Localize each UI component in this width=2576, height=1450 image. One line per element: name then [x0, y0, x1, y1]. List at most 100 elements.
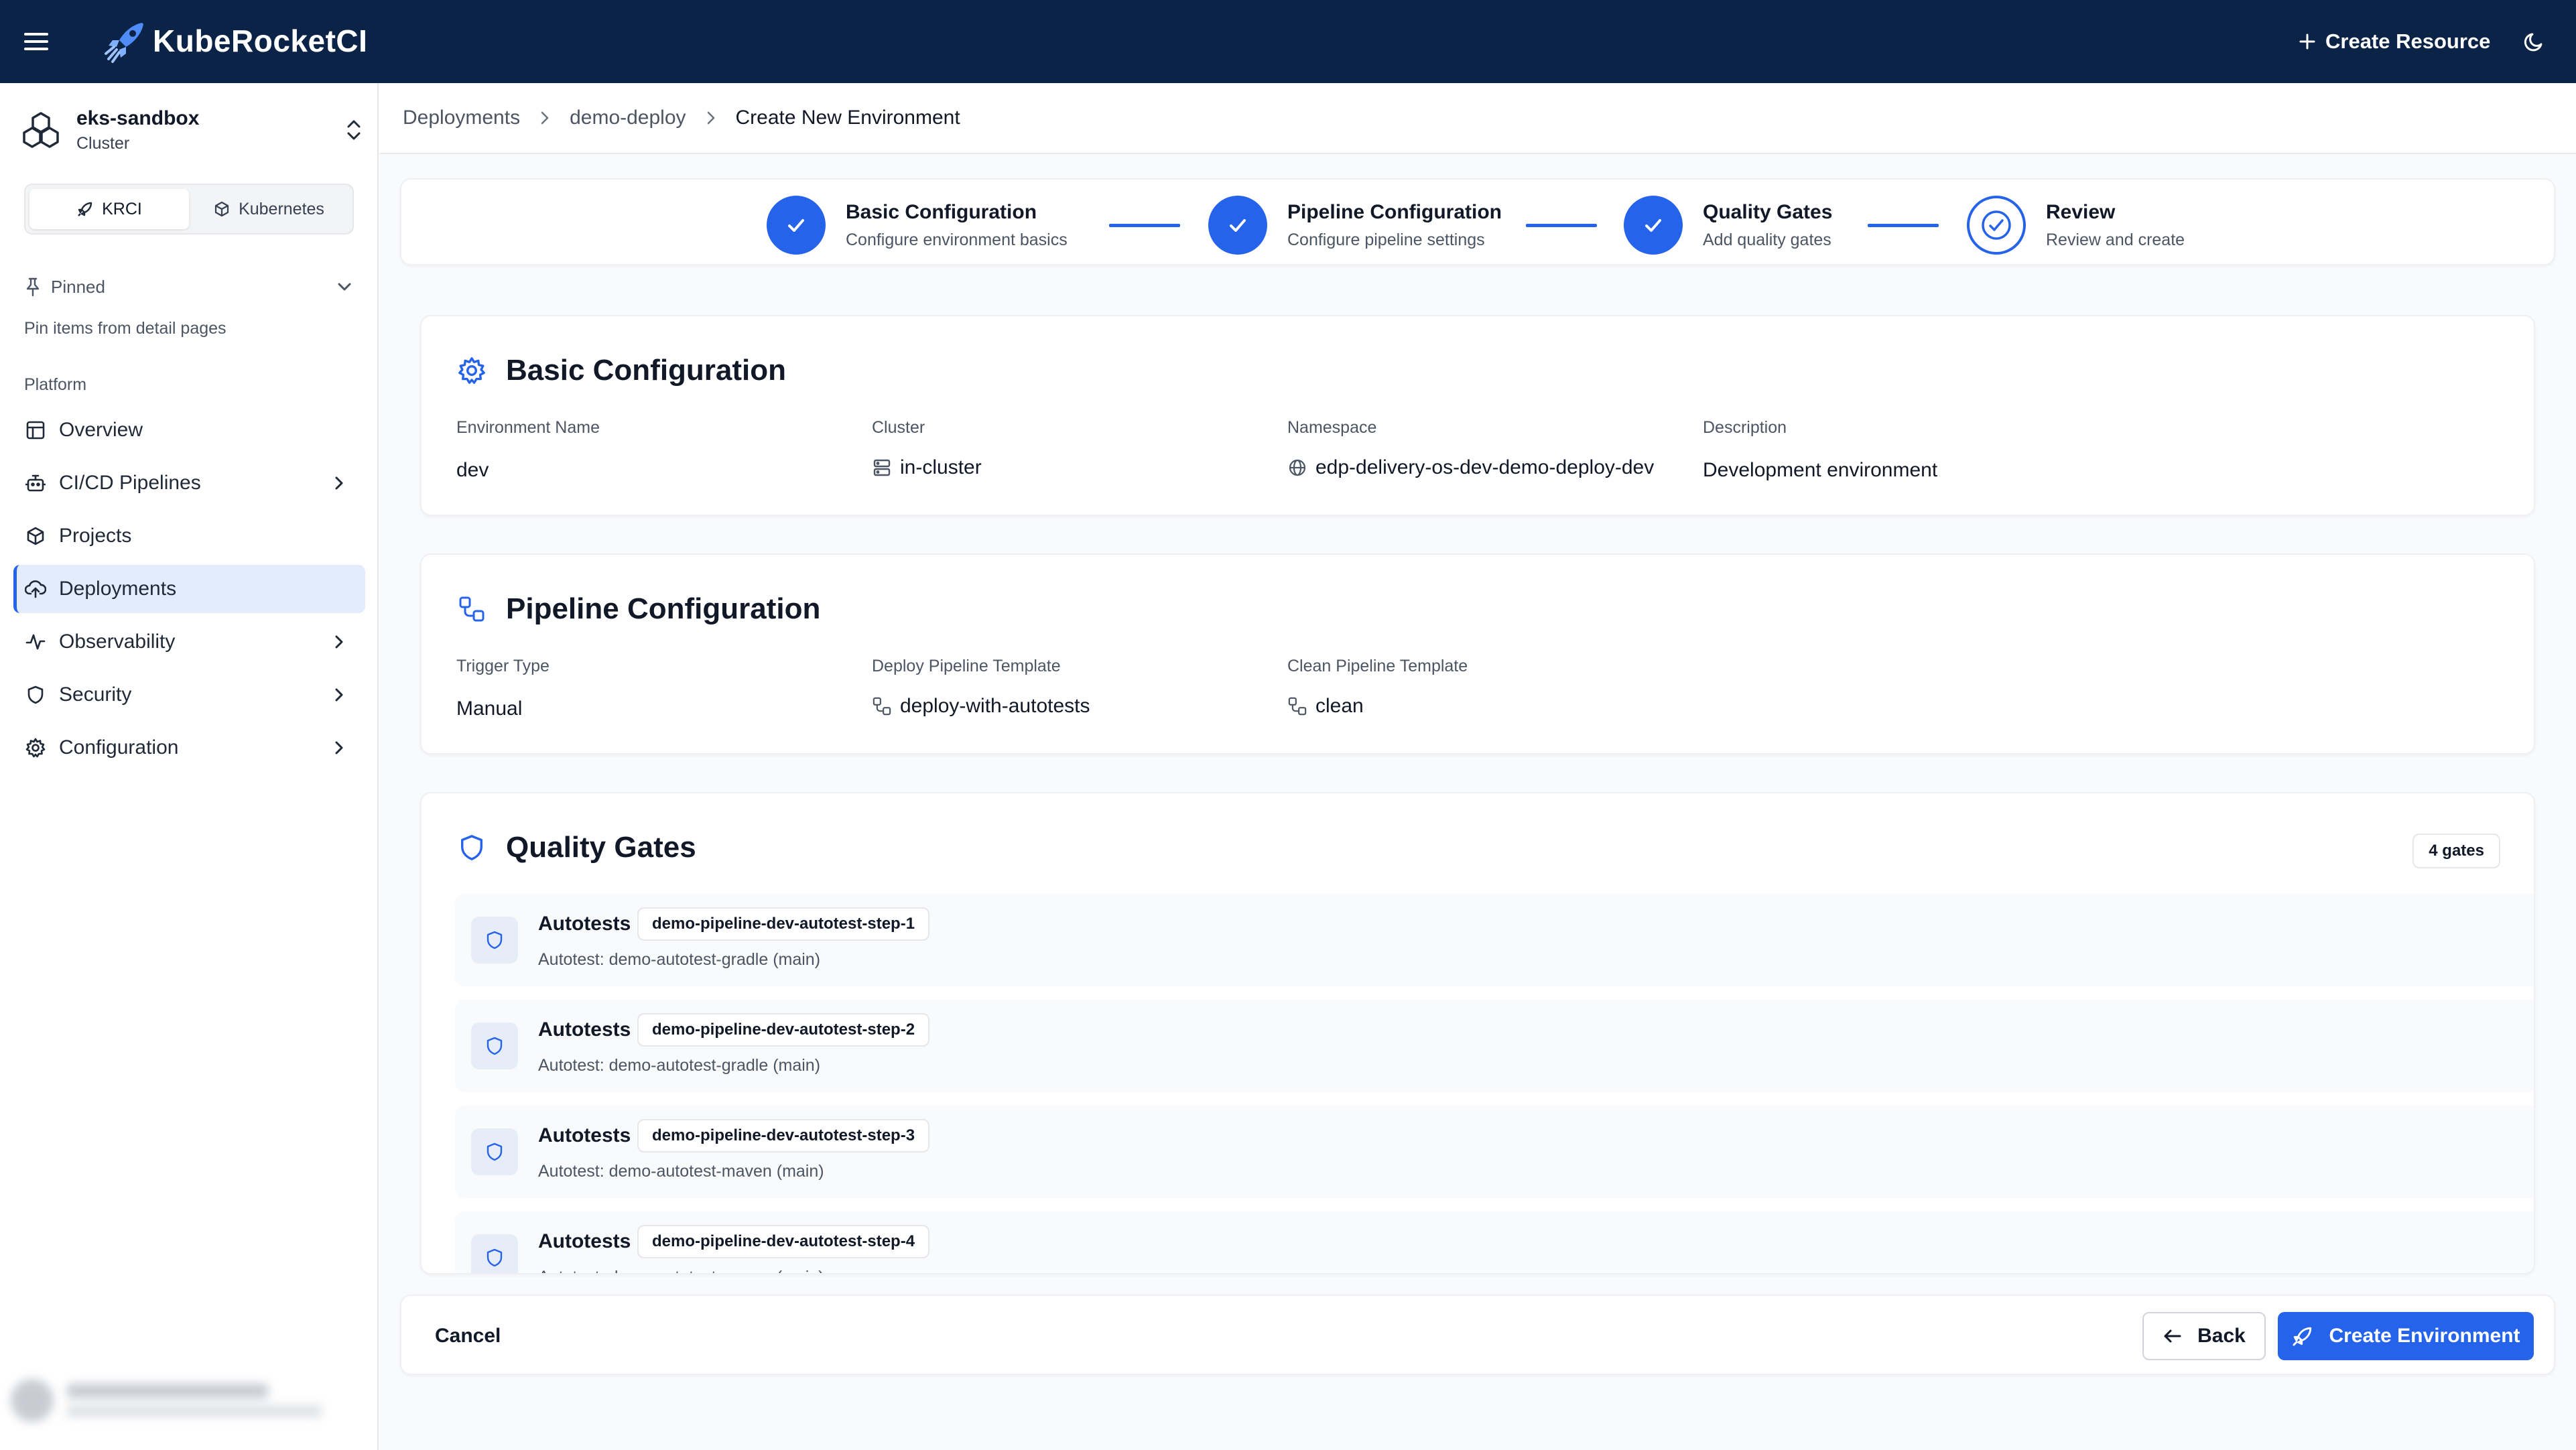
gates-count-badge: 4 gates: [2412, 834, 2500, 868]
rocket-icon: [2293, 1327, 2312, 1346]
breadcrumb-current: Create New Environment: [735, 107, 960, 129]
breadcrumb-demo-deploy[interactable]: demo-deploy: [570, 107, 686, 129]
cube-icon: [214, 201, 229, 217]
step-description: Add quality gates: [1703, 230, 1831, 249]
pin-icon: [26, 277, 40, 297]
create-resource-button[interactable]: Create Resource: [2299, 25, 2490, 58]
section-title: Basic Configuration: [506, 354, 787, 387]
step-connector: [1868, 224, 1939, 227]
sidebar-item-label: Observability: [59, 631, 176, 653]
field-label: Namespace: [1287, 418, 1377, 437]
step-title: Pipeline Configuration: [1287, 200, 1502, 223]
gate-description: Autotest: demo-autotest-maven (main): [538, 1268, 824, 1273]
pinned-label: Pinned: [51, 276, 105, 297]
mode-tab-krci[interactable]: KRCI: [29, 189, 189, 229]
rocket-logo-icon: [102, 20, 149, 63]
field-value: deploy-with-autotests: [900, 695, 1090, 717]
sidebar-item-projects[interactable]: Projects: [13, 512, 365, 560]
field-trigger-type: Trigger Type Manual: [456, 657, 550, 720]
brand-name: KubeRocketCI: [153, 23, 368, 58]
sidebar-item-observability[interactable]: Observability: [13, 618, 365, 666]
step-connector: [1526, 224, 1597, 227]
section-title: Quality Gates: [506, 831, 696, 864]
gate-step-badge: demo-pipeline-dev-autotest-step-2: [637, 1013, 930, 1047]
sidebar-item-cicd-pipelines[interactable]: CI/CD Pipelines: [13, 459, 365, 507]
hamburger-menu-icon[interactable]: [20, 25, 52, 58]
field-label: Trigger Type: [456, 657, 550, 675]
cancel-button[interactable]: Cancel: [422, 1316, 514, 1356]
workflow-icon: [873, 697, 891, 716]
step-pipeline-configuration[interactable]: Pipeline Configuration Configure pipelin…: [1208, 196, 1502, 255]
cluster-icon: [19, 108, 63, 152]
gate-step-badge: demo-pipeline-dev-autotest-step-3: [637, 1119, 930, 1152]
step-basic-configuration[interactable]: Basic Configuration Configure environmen…: [767, 196, 1068, 255]
create-environment-label: Create Environment: [2329, 1325, 2520, 1347]
step-description: Review and create: [2046, 230, 2185, 249]
workflow-icon: [1288, 697, 1307, 716]
step-title: Quality Gates: [1703, 200, 1833, 223]
moon-icon[interactable]: [2520, 27, 2549, 56]
step-description: Configure environment basics: [846, 230, 1068, 249]
create-environment-button[interactable]: Create Environment: [2278, 1312, 2534, 1360]
mode-tab-kubernetes[interactable]: Kubernetes: [189, 189, 348, 229]
step-title: Basic Configuration: [846, 200, 1037, 223]
globe-icon: [1289, 459, 1306, 476]
cluster-switcher[interactable]: eks-sandbox Cluster: [13, 103, 369, 157]
chevron-right-icon: [705, 109, 717, 127]
back-label: Back: [2197, 1325, 2246, 1347]
sidebar-item-configuration[interactable]: Configuration: [13, 724, 365, 772]
check-icon: [1624, 196, 1683, 255]
sidebar-item-label: Security: [59, 683, 132, 706]
sidebar-item-security[interactable]: Security: [13, 671, 365, 719]
step-quality-gates[interactable]: Quality Gates Add quality gates: [1624, 196, 1832, 255]
server-icon: [873, 459, 891, 476]
mode-tab-label: Kubernetes: [239, 199, 324, 218]
step-review[interactable]: Review Review and create: [1967, 196, 2185, 255]
nav-section-label: Platform: [24, 375, 87, 394]
step-title: Review: [2046, 200, 2116, 223]
field-label: Deploy Pipeline Template: [872, 657, 1061, 675]
step-description: Configure pipeline settings: [1287, 230, 1485, 249]
avatar: [11, 1379, 54, 1422]
field-value: edp-delivery-os-dev-demo-deploy-dev: [1315, 456, 1655, 478]
arrow-left-icon: [2164, 1329, 2181, 1343]
layout-icon: [24, 419, 47, 442]
shield-icon: [471, 1128, 518, 1175]
wizard-stepper: Basic Configuration Configure environmen…: [400, 178, 2555, 265]
plus-icon: [2299, 34, 2315, 50]
main-content: Deployments demo-deploy Create New Envir…: [380, 83, 2576, 1450]
gate-description: Autotest: demo-autotest-gradle (main): [538, 1056, 821, 1075]
sidebar-nav: Overview CI/CD Pipelines Projects Deploy…: [13, 406, 365, 777]
field-cluster: Cluster in-cluster: [872, 418, 982, 479]
shield-icon: [471, 917, 518, 964]
gate-type: Autotests: [538, 913, 631, 935]
field-value: in-cluster: [900, 456, 982, 478]
check-icon: [767, 196, 826, 255]
gate-step-badge: demo-pipeline-dev-autotest-step-4: [637, 1225, 930, 1258]
pinned-hint: Pin items from detail pages: [24, 319, 227, 338]
user-account-blurred[interactable]: [11, 1368, 369, 1433]
create-resource-label: Create Resource: [2325, 29, 2491, 53]
list-item: Autotests demo-pipeline-dev-autotest-ste…: [455, 1211, 2534, 1273]
pinned-section-toggle[interactable]: Pinned: [24, 271, 354, 303]
field-clean-pipeline-template: Clean Pipeline Template clean: [1287, 657, 1468, 718]
box-icon: [24, 525, 47, 547]
cluster-type: Cluster: [76, 133, 130, 153]
quality-gates-list[interactable]: Autotests demo-pipeline-dev-autotest-ste…: [455, 894, 2534, 1273]
shield-icon: [471, 1023, 518, 1069]
field-deploy-pipeline-template: Deploy Pipeline Template deploy-with-aut…: [872, 657, 1090, 718]
field-value: Manual: [456, 698, 523, 720]
chevron-right-icon: [539, 109, 551, 127]
circle-check-icon: [1967, 196, 2026, 255]
basic-configuration-section: Basic Configuration Environment Name dev…: [420, 315, 2535, 516]
field-value: Development environment: [1703, 459, 1938, 481]
breadcrumb-deployments[interactable]: Deployments: [403, 107, 520, 129]
sidebar-item-deployments[interactable]: Deployments: [13, 565, 365, 613]
back-button[interactable]: Back: [2142, 1312, 2266, 1360]
gate-type: Autotests: [538, 1018, 631, 1041]
pipeline-configuration-section: Pipeline Configuration Trigger Type Manu…: [420, 553, 2535, 754]
sidebar-item-overview[interactable]: Overview: [13, 406, 365, 454]
chevron-right-icon: [330, 633, 348, 651]
chevron-right-icon: [330, 474, 348, 492]
gate-type: Autotests: [538, 1124, 631, 1146]
